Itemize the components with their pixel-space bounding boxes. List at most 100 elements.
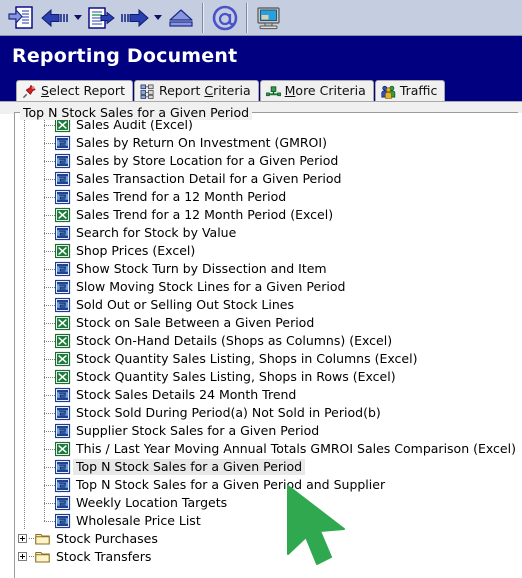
excel-report-icon — [55, 333, 71, 349]
forward-dropdown-button[interactable] — [152, 2, 164, 34]
tree-item-row[interactable]: Stock on Sale Between a Given Period — [15, 314, 522, 332]
tree-item-row[interactable]: Sales Trend for a 12 Month Period (Excel… — [15, 206, 522, 224]
tree-guide — [15, 350, 35, 368]
toolbar-separator-2 — [246, 2, 248, 33]
tree-item-row[interactable]: Top N Stock Sales for a Given Period and… — [15, 476, 522, 494]
tree-item-label: Sales Transaction Detail for a Given Per… — [76, 171, 342, 186]
tree-item-label: Stock Purchases — [56, 531, 158, 546]
tree-item-label: Wholesale Price List — [76, 513, 201, 528]
tree-item-label: Show Stock Turn by Dissection and Item — [76, 261, 327, 276]
report-icon — [55, 297, 71, 313]
tree-item-label: Top N Stock Sales for a Given Period and… — [76, 477, 386, 492]
email-button[interactable] — [208, 2, 242, 34]
tree-expand-toggle[interactable] — [15, 548, 35, 566]
document-previous-button[interactable] — [84, 2, 118, 34]
tree-item-row[interactable]: Stock Sales Details 24 Month Trend — [15, 386, 522, 404]
tree-item-row[interactable]: Sales by Store Location for a Given Peri… — [15, 152, 522, 170]
tree-item-row[interactable]: Search for Stock by Value — [15, 224, 522, 242]
tree-elbow — [35, 494, 55, 512]
tree-guide — [15, 386, 35, 404]
tree-elbow — [35, 206, 55, 224]
people-icon — [381, 85, 396, 99]
tree-folder-row[interactable]: Stock Transfers — [15, 548, 522, 566]
tree-guide — [15, 332, 35, 350]
email-at-icon — [212, 5, 238, 30]
tree-item-label: Stock Sales Details 24 Month Trend — [76, 387, 297, 402]
tab-traffic[interactable]: Traffic — [374, 80, 446, 101]
new-document-button[interactable] — [4, 2, 38, 34]
tree-item-row[interactable]: Sales by Return On Investment (GMROI) — [15, 134, 522, 152]
forward-arrow-icon — [121, 8, 149, 27]
report-icon — [55, 387, 71, 403]
tab-traffic-label: Traffic — [399, 82, 438, 98]
report-icon — [55, 459, 71, 475]
tab-more-criteria[interactable]: More Criteria — [259, 80, 374, 101]
tree-guide — [15, 224, 35, 242]
tree-item-row[interactable]: Show Stock Turn by Dissection and Item — [15, 260, 522, 278]
connector-icon — [265, 85, 281, 96]
tree-item-row[interactable]: Sales Trend for a 12 Month Period — [15, 188, 522, 206]
tree-elbow — [35, 224, 55, 242]
tree-item-row[interactable]: Slow Moving Stock Lines for a Given Peri… — [15, 278, 522, 296]
tree-elbow — [35, 188, 55, 206]
tree-elbow — [35, 368, 55, 386]
tree-item-row[interactable]: Supplier Stock Sales for a Given Period — [15, 422, 522, 440]
tree-guide — [15, 242, 35, 260]
tree-item-row[interactable]: Top N Stock Sales for a Given Period — [15, 458, 522, 476]
tree-item-label: Stock On-Hand Details (Shops as Columns)… — [76, 333, 393, 348]
tab-select-report[interactable]: Select Report — [16, 80, 133, 101]
tree-guide — [15, 422, 35, 440]
computer-monitor-icon — [257, 6, 280, 29]
tree-guide — [15, 296, 35, 314]
report-icon — [55, 171, 71, 187]
tree-item-row[interactable]: Stock Quantity Sales Listing, Shops in C… — [15, 350, 522, 368]
back-button[interactable] — [38, 2, 72, 34]
folder-icon — [35, 552, 50, 563]
tree-item-row[interactable]: Stock Sold During Period(a) Not Sold in … — [15, 404, 522, 422]
tree-item-row[interactable]: Stock On-Hand Details (Shops as Columns)… — [15, 332, 522, 350]
tree-guide — [15, 260, 35, 278]
tree-elbow — [35, 458, 55, 476]
tree-item-row[interactable]: Sales Transaction Detail for a Given Per… — [15, 170, 522, 188]
tree-item-row[interactable]: Shop Prices (Excel) — [15, 242, 522, 260]
tree-item-row[interactable]: Wholesale Price List — [15, 512, 522, 530]
excel-report-icon — [55, 207, 71, 223]
tree-guide — [15, 206, 35, 224]
tab-report-criteria-label: Report Criteria — [158, 82, 251, 98]
forward-button[interactable] — [118, 2, 152, 34]
tree-elbow — [35, 404, 55, 422]
tab-strip: Select Report Report Criteria More Crite — [0, 80, 522, 101]
eject-button[interactable] — [164, 2, 198, 34]
report-tree[interactable]: Sales Audit (Excel) Sales by Return On In… — [15, 113, 522, 578]
tree-guide — [15, 170, 35, 188]
tree-item-label: Stock Quantity Sales Listing, Shops in R… — [76, 369, 396, 384]
tree-item-row[interactable]: Weekly Location Targets — [15, 494, 522, 512]
tree-elbow — [35, 260, 55, 278]
tree-guide — [15, 476, 35, 494]
tree-item-label: Sales Trend for a 12 Month Period — [76, 189, 287, 204]
excel-report-icon — [55, 441, 71, 457]
new-document-icon — [8, 5, 33, 29]
tree-elbow — [35, 152, 55, 170]
toolbar — [0, 0, 522, 36]
header-band: Reporting Document — [0, 36, 522, 80]
page-title: Reporting Document — [12, 45, 238, 67]
tree-item-label: Search for Stock by Value — [76, 225, 237, 240]
tree-elbow — [35, 350, 55, 368]
tree-item-row[interactable]: Sold Out or Selling Out Stock Lines — [15, 296, 522, 314]
report-icon — [55, 225, 71, 241]
back-dropdown-button[interactable] — [72, 2, 84, 34]
tree-item-row[interactable]: Stock Quantity Sales Listing, Shops in R… — [15, 368, 522, 386]
tree-item-row[interactable]: This / Last Year Moving Annual Totals GM… — [15, 440, 522, 458]
tree-item-label: Top N Stock Sales for a Given Period — [73, 459, 306, 475]
tree-elbow — [35, 296, 55, 314]
tree-item-label: Sold Out or Selling Out Stock Lines — [76, 297, 294, 312]
tree-guide — [15, 440, 35, 458]
tab-more-criteria-label: More Criteria — [284, 82, 366, 98]
tab-report-criteria[interactable]: Report Criteria — [133, 80, 259, 101]
forward-dropdown-icon — [154, 15, 162, 20]
tree-expand-toggle[interactable] — [15, 530, 35, 548]
tree-elbow — [35, 278, 55, 296]
tree-folder-row[interactable]: Stock Purchases — [15, 530, 522, 548]
terminal-button[interactable] — [252, 2, 286, 34]
